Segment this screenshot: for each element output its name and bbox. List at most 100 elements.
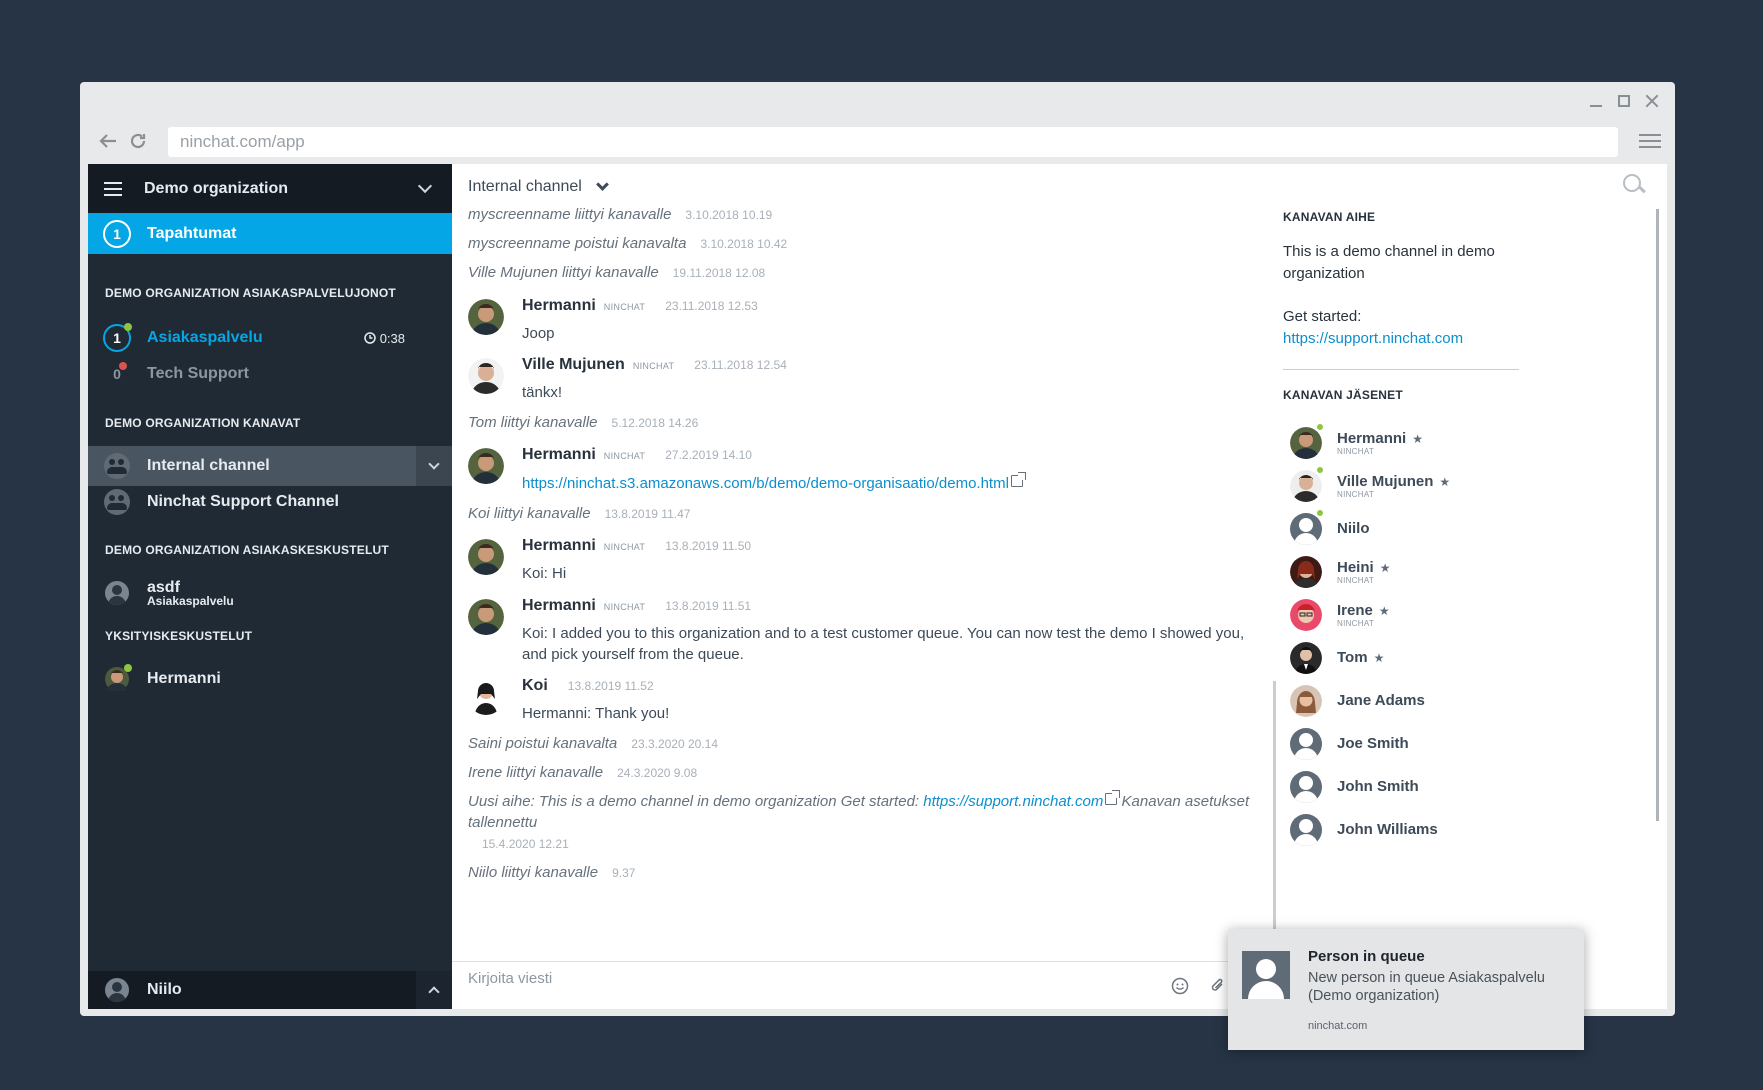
irene-avatar <box>1290 599 1322 631</box>
org-selector[interactable]: Demo organization <box>88 164 452 213</box>
message-link[interactable]: https://ninchat.s3.amazonaws.com/b/demo/… <box>522 475 1009 492</box>
close-icon[interactable] <box>1643 92 1661 110</box>
star-icon: ★ <box>1439 474 1451 489</box>
current-user-bar[interactable]: Niilo <box>88 971 452 1009</box>
app-viewport: Demo organization 1 Tapahtumat DEMO ORGA… <box>88 164 1667 1009</box>
chevron-up-icon <box>428 986 440 998</box>
default-user-avatar <box>1290 814 1322 846</box>
notification-source: ninchat.com <box>1308 1020 1368 1032</box>
online-status-dot <box>1316 509 1324 517</box>
default-user-avatar <box>1290 771 1322 803</box>
sidebar-item-tech-support[interactable]: 0 Tech Support <box>88 354 452 394</box>
message-text: Koi: I added you to this organization an… <box>522 625 1245 663</box>
user-avatar-icon <box>105 581 129 605</box>
clock-icon <box>363 332 376 344</box>
queue-notification[interactable]: Person in queue New person in queue Asia… <box>1228 929 1584 1050</box>
queue-wait-time: 0:38 <box>363 330 405 346</box>
star-icon: ★ <box>1378 603 1390 618</box>
online-status-dot <box>124 323 132 331</box>
chat-message: Hermanni NINCHAT 13.8.2019 11.50 Koi: Hi <box>468 537 1268 584</box>
browser-titlebar <box>80 82 1675 122</box>
member-item[interactable]: John Williams <box>1290 812 1438 848</box>
maximize-icon[interactable] <box>1615 92 1633 110</box>
star-icon: ★ <box>1379 560 1391 575</box>
member-item[interactable]: Niilo <box>1290 509 1370 547</box>
online-status-dot <box>1316 423 1324 431</box>
sidebar-item-asdf[interactable]: asdf Asiakaspalvelu <box>88 571 452 615</box>
reload-icon[interactable] <box>126 129 150 153</box>
member-item[interactable]: Hermanni ★ NINCHAT <box>1290 423 1423 461</box>
current-user-name: Niilo <box>147 981 182 998</box>
emoji-icon[interactable] <box>1170 976 1190 996</box>
chevron-down-icon[interactable] <box>417 178 433 193</box>
user-avatar-icon <box>105 978 129 1002</box>
system-message: Ville Mujunen liittyi kanavalle 19.11.201… <box>468 264 766 281</box>
system-message: Niilo liittyi kanavalle 9.37 <box>468 864 636 881</box>
member-item[interactable]: Jane Adams <box>1290 683 1425 719</box>
attachment-icon[interactable] <box>1208 976 1228 996</box>
message-input[interactable]: Kirjoita viesti <box>468 970 552 987</box>
ville-mujunen-avatar <box>468 358 504 394</box>
sidebar-item-asiakaspalvelu[interactable]: 1 Asiakaspalvelu 0:38 <box>88 318 452 358</box>
members-title: KANAVAN JÄSENET <box>1283 388 1403 402</box>
chat-pane: Internal channel myscreenname liittyi ka… <box>452 164 1272 1009</box>
chevron-down-icon[interactable] <box>595 177 609 191</box>
member-item[interactable]: Heini ★ NINCHAT <box>1290 554 1390 590</box>
member-item[interactable]: Joe Smith <box>1290 726 1409 762</box>
channel-info-panel: KANAVAN AIHE This is a demo channel in d… <box>1272 164 1667 1009</box>
get-started: Get started: https://support.ninchat.com <box>1283 306 1463 350</box>
back-arrow-icon[interactable] <box>96 129 120 153</box>
online-status-dot <box>1316 466 1324 474</box>
sidebar-item-hermanni[interactable]: Hermanni <box>88 659 452 699</box>
chevron-down-icon <box>428 458 440 470</box>
queue-name: Tech Support <box>147 365 249 382</box>
ville-mujunen-avatar <box>1290 470 1322 502</box>
chat-message: Koi 13.8.2019 11.52 Hermanni: Thank you! <box>468 677 1268 724</box>
heini-avatar <box>1290 556 1322 588</box>
message-text: Joop <box>522 325 555 342</box>
busy-status-dot <box>119 362 127 370</box>
chat-message: Hermanni NINCHAT 27.2.2019 14.10 https://n… <box>468 446 1268 494</box>
chat-queue: Asiakaspalvelu <box>147 593 234 608</box>
topic-title: KANAVAN AIHE <box>1283 210 1376 224</box>
browser-menu-icon[interactable] <box>1639 130 1661 152</box>
user-menu-toggle[interactable] <box>416 971 452 1009</box>
sidebar-item-internal-channel[interactable]: Internal channel <box>88 446 452 486</box>
topic-link[interactable]: https://support.ninchat.com <box>923 793 1103 810</box>
search-icon[interactable] <box>1623 174 1645 196</box>
system-message: Saini poistui kanavalta 23.3.2020 20.14 <box>468 735 719 752</box>
channels-section-title: DEMO ORGANIZATION KANAVAT <box>105 416 301 430</box>
channel-title: Internal channel <box>468 178 582 195</box>
message-list: myscreenname liittyi kanavalle 3.10.2018 … <box>468 204 1268 884</box>
hermanni-avatar <box>468 448 504 484</box>
system-message: myscreenname liittyi kanavalle 3.10.2018 … <box>468 206 773 223</box>
group-icon <box>104 453 130 479</box>
member-item[interactable]: John Smith <box>1290 769 1419 805</box>
member-item[interactable]: Irene ★ NINCHAT <box>1290 597 1390 633</box>
minimize-icon[interactable] <box>1587 92 1605 110</box>
address-bar[interactable]: ninchat.com/app <box>168 127 1618 157</box>
message-text: Hermanni: Thank you! <box>522 705 670 722</box>
system-message: Koi liittyi kanavalle 13.8.2019 11.47 <box>468 505 691 522</box>
queue-wait-value: 0:38 <box>379 330 405 346</box>
panel-scrollbar[interactable] <box>1656 209 1659 821</box>
sidebar: Demo organization 1 Tapahtumat DEMO ORGA… <box>88 164 452 1009</box>
system-message: Irene liittyi kanavalle 24.3.2020 9.08 <box>468 764 698 781</box>
message-composer[interactable]: Kirjoita viesti <box>452 961 1272 1009</box>
star-icon: ★ <box>1412 431 1423 446</box>
system-message: Uusi aihe: This is a demo channel in dem… <box>468 790 1250 851</box>
member-item[interactable]: Tom ★ <box>1290 640 1384 676</box>
notification-body: New person in queue Asiakaspalvelu (Demo… <box>1308 970 1545 1004</box>
events-item[interactable]: 1 Tapahtumat <box>88 213 452 254</box>
member-item[interactable]: Ville Mujunen ★ NINCHAT <box>1290 466 1451 504</box>
channel-expand-button[interactable] <box>416 446 452 486</box>
system-message: Tom liittyi kanavalle 5.12.2018 14.26 <box>468 414 699 431</box>
sidebar-item-ninchat-support-channel[interactable]: Ninchat Support Channel <box>88 482 452 522</box>
channel-name: Internal channel <box>147 457 270 474</box>
external-link-icon <box>1105 790 1121 805</box>
hamburger-icon[interactable] <box>104 181 122 196</box>
support-link[interactable]: https://support.ninchat.com <box>1283 328 1463 350</box>
default-user-avatar <box>1290 513 1322 545</box>
online-status-dot <box>124 664 132 672</box>
hermanni-avatar <box>1290 427 1322 459</box>
